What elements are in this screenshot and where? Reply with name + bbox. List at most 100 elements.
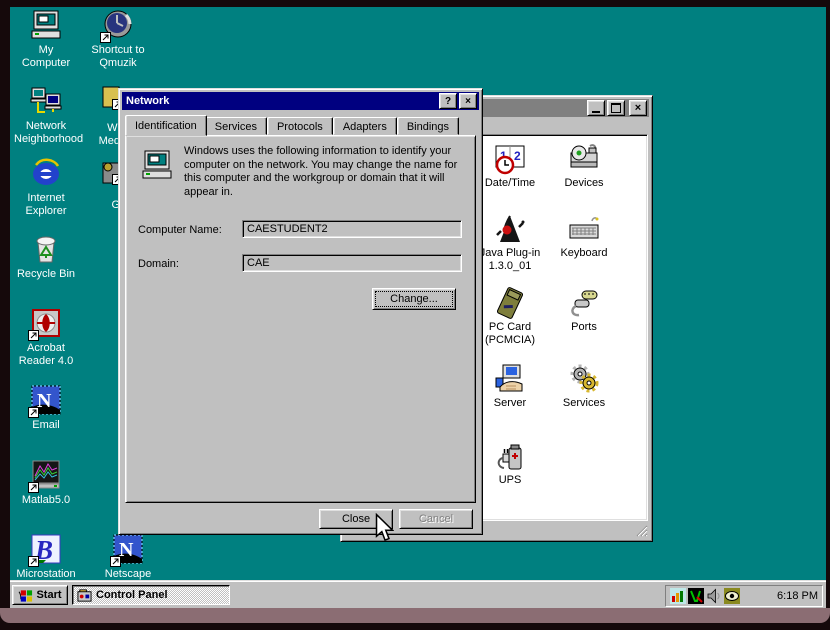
- task-button-control-panel[interactable]: Control Panel: [72, 585, 230, 605]
- shortcut-arrow-icon: [100, 32, 111, 43]
- svg-text:2: 2: [514, 149, 521, 163]
- volume-icon[interactable]: [706, 588, 722, 604]
- recycle-bin-icon: [30, 233, 62, 265]
- resource-meter-icon[interactable]: [670, 588, 686, 604]
- cpl-item-label: UPS: [499, 474, 522, 487]
- keyboard-icon: [568, 213, 600, 245]
- identification-tab-page: Windows uses the following information t…: [125, 135, 476, 503]
- java-plugin-icon: [494, 213, 526, 245]
- tab-services[interactable]: Services: [205, 117, 267, 135]
- shortcut-arrow-icon: [28, 482, 39, 493]
- ups-icon: [494, 440, 526, 472]
- cpl-item-pc-card[interactable]: PC Card (PCMCIA): [474, 287, 546, 347]
- desktop-icon-label: Wi: [88, 122, 120, 134]
- computer-name-label: Computer Name:: [138, 224, 222, 236]
- matlab-icon: [30, 459, 62, 491]
- cpl-item-label: Java Plug-in 1.3.0_01: [475, 247, 545, 273]
- cpl-item-server[interactable]: Server: [474, 363, 546, 410]
- close-button[interactable]: Close: [319, 509, 393, 529]
- desktop-icon-label: Internet Explorer: [14, 192, 78, 218]
- taskbar: Start Control Panel 6:18 PM: [10, 581, 826, 608]
- close-dialog-button[interactable]: ×: [459, 93, 477, 109]
- domain-field[interactable]: CAE: [242, 254, 462, 272]
- services-icon: [568, 363, 600, 395]
- desktop-icon-netscape[interactable]: N Netscape: [92, 533, 164, 581]
- virus-shield-icon[interactable]: [688, 588, 704, 604]
- network-neighborhood-icon: [30, 85, 62, 117]
- svg-text:N: N: [37, 390, 52, 412]
- maximize-button[interactable]: [607, 100, 625, 116]
- tab-bindings[interactable]: Bindings: [397, 117, 459, 135]
- cpl-item-ports[interactable]: Ports: [548, 287, 620, 334]
- display-eye-icon[interactable]: [724, 588, 740, 604]
- qmuzik-shortcut-icon: [102, 9, 134, 41]
- tab-protocols[interactable]: Protocols: [267, 117, 333, 135]
- desktop-icon-label: Recycle Bin: [17, 268, 75, 281]
- shortcut-arrow-icon: [110, 556, 121, 567]
- desktop-icon-internet-explorer[interactable]: Internet Explorer: [10, 157, 82, 218]
- server-icon: [494, 363, 526, 395]
- identification-description: Windows uses the following information t…: [184, 145, 472, 199]
- cpl-item-label: Server: [494, 397, 526, 410]
- help-button[interactable]: ?: [439, 93, 457, 109]
- desktop-icon-matlab[interactable]: Matlab5.0: [10, 459, 82, 507]
- desktop-icon-microstation[interactable]: B Microstation: [10, 533, 82, 581]
- resize-grip[interactable]: [635, 524, 648, 537]
- tray-clock[interactable]: 6:18 PM: [742, 590, 818, 602]
- svg-text:N: N: [119, 539, 134, 561]
- desktop-icon-label: Email: [32, 419, 60, 432]
- shortcut-arrow-icon: [28, 556, 39, 567]
- desktop-icon-qmuzik[interactable]: Shortcut to Qmuzik: [82, 9, 154, 70]
- network-dialog-title: Network: [124, 95, 437, 107]
- system-tray: 6:18 PM: [665, 585, 823, 607]
- cpl-item-label: Devices: [564, 177, 603, 190]
- network-dialog: Network ? × Identification Services Prot…: [118, 88, 483, 535]
- cpl-item-java-plugin[interactable]: Java Plug-in 1.3.0_01: [474, 213, 546, 273]
- desktop: My Computer Shortcut to Qmuzik Network N…: [10, 7, 826, 608]
- start-label: Start: [36, 589, 61, 601]
- cpl-item-devices[interactable]: Devices: [548, 143, 620, 190]
- desktop-icon-recycle-bin[interactable]: Recycle Bin: [10, 233, 82, 281]
- desktop-icon-my-computer[interactable]: My Computer: [10, 9, 82, 70]
- cpl-item-ups[interactable]: UPS: [474, 440, 546, 487]
- pc-card-icon: [494, 287, 526, 319]
- internet-explorer-icon: [30, 157, 62, 189]
- date-time-icon: 12: [494, 143, 526, 175]
- email-icon: N: [30, 384, 62, 416]
- cpl-item-keyboard[interactable]: Keyboard: [548, 213, 620, 260]
- cpl-item-label: Ports: [571, 321, 597, 334]
- cpl-item-label: Date/Time: [485, 177, 535, 190]
- desktop-icon-label: Netscape: [105, 568, 151, 581]
- desktop-icon-acrobat-reader[interactable]: Acrobat Reader 4.0: [10, 307, 82, 368]
- change-button[interactable]: Change...: [372, 288, 456, 310]
- ports-icon: [568, 287, 600, 319]
- my-computer-icon: [30, 9, 62, 41]
- netscape-icon: N: [112, 533, 144, 565]
- cancel-button[interactable]: Cancel: [399, 509, 473, 529]
- network-dialog-titlebar[interactable]: Network ? ×: [122, 92, 479, 110]
- desktop-icon-label: Network Neighborhood: [14, 120, 78, 146]
- cpl-item-services[interactable]: Services: [548, 363, 620, 410]
- devices-icon: [568, 143, 600, 175]
- shortcut-arrow-icon: [28, 407, 39, 418]
- minimize-button[interactable]: [587, 100, 605, 116]
- desktop-icon-network-neighborhood[interactable]: Network Neighborhood: [10, 85, 82, 146]
- desktop-icon-label: Microstation: [16, 568, 75, 581]
- acrobat-reader-icon: [30, 307, 62, 339]
- control-panel-mini-icon: [77, 588, 92, 603]
- desktop-icon-label: G: [88, 199, 120, 211]
- desktop-icon-label: My Computer: [14, 44, 78, 70]
- monitor-bezel: [0, 608, 830, 623]
- computer-name-field[interactable]: CAESTUDENT2: [242, 220, 462, 238]
- windows-flag-icon: [18, 588, 33, 603]
- close-window-button[interactable]: ×: [629, 100, 647, 116]
- tab-identification[interactable]: Identification: [125, 115, 207, 136]
- tab-strip: Identification Services Protocols Adapte…: [127, 115, 474, 136]
- domain-label: Domain:: [138, 258, 179, 270]
- cpl-item-label: PC Card (PCMCIA): [475, 321, 545, 347]
- cpl-item-date-time[interactable]: 12 Date/Time: [474, 143, 546, 190]
- desktop-icon-label: Med: [82, 135, 120, 147]
- tab-adapters[interactable]: Adapters: [333, 117, 397, 135]
- desktop-icon-email[interactable]: N Email: [10, 384, 82, 432]
- start-button[interactable]: Start: [12, 585, 68, 605]
